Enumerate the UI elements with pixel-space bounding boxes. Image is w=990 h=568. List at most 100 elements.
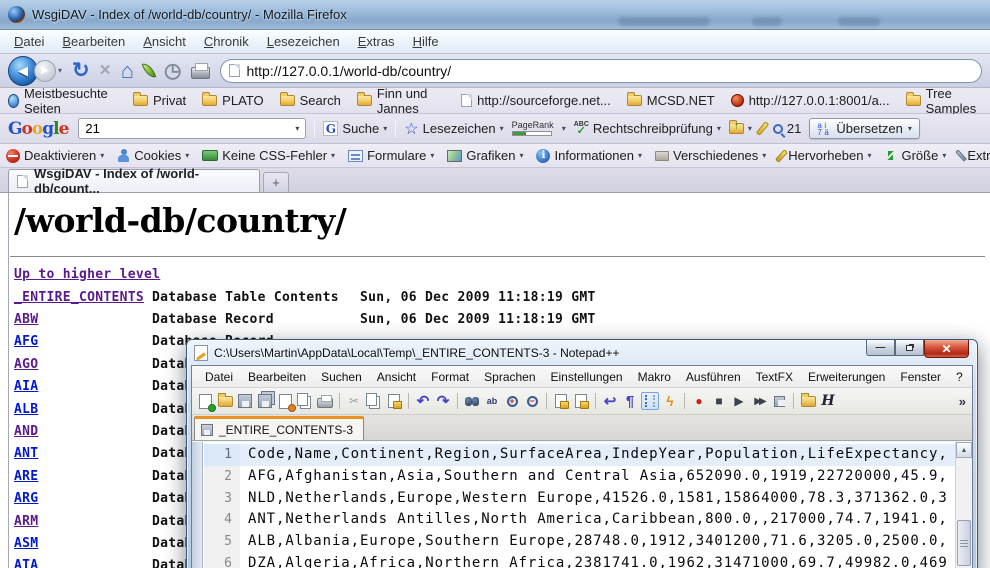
entry-link[interactable]: AND [14,424,152,439]
npp-menu-help[interactable]: ? [949,368,970,386]
find-icon[interactable] [465,397,479,406]
undo-icon[interactable]: ↶ [414,392,432,410]
devbar-extras[interactable]: Extras▾ [959,148,990,163]
notepad-editor[interactable]: 1Code,Name,Continent,Region,SurfaceArea,… [192,442,972,568]
menu-hilfe[interactable]: Hilfe [405,32,447,51]
indent-guide-icon[interactable] [641,392,659,410]
npp-menu-fenster[interactable]: Fenster [893,368,948,386]
npp-menu-bearbeiten[interactable]: Bearbeiten [241,368,313,386]
highlighter-icon[interactable] [756,121,769,136]
npp-menu-suchen[interactable]: Suchen [314,368,369,386]
entry-link[interactable]: ATA [14,558,152,568]
copy-icon[interactable] [366,393,377,406]
devbar-deaktivieren[interactable]: Deaktivieren▾ [6,148,104,163]
bookmark-plato[interactable]: PLATO [202,93,263,108]
forward-button[interactable]: ▶ [34,60,56,82]
new-file-icon[interactable] [199,394,212,409]
close-all-icon[interactable] [297,393,308,406]
bookmark-mcsd-net[interactable]: MCSD.NET [627,93,715,108]
menu-ansicht[interactable]: Ansicht [135,32,194,51]
leaf-addon-icon[interactable] [142,61,157,80]
history-dropdown-icon[interactable]: ▾ [58,66,62,75]
menu-bearbeiten[interactable]: Bearbeiten [54,32,133,51]
npp-menu-ansicht[interactable]: Ansicht [370,368,423,386]
history-clock-icon[interactable]: ◷ [164,58,181,83]
run-macro-multiple-icon[interactable]: ▶▶ [750,392,768,410]
npp-menu-erweiterungen[interactable]: Erweiterungen [801,368,892,386]
bookmark-sourceforge[interactable]: http://sourceforge.net... [461,93,611,108]
record-macro-icon[interactable]: ● [690,392,708,410]
menu-lesezeichen[interactable]: Lesezeichen [259,32,348,51]
save-macro-icon[interactable] [774,396,785,407]
scroll-up-button[interactable]: ▲ [956,442,972,458]
menu-datei[interactable]: Datei [6,32,52,51]
url-input[interactable] [246,63,973,79]
send-to-button[interactable]: ▾ [729,123,752,134]
google-search-box[interactable]: ▾ [78,118,306,139]
new-tab-button[interactable]: + [263,172,289,192]
devbar-cookies[interactable]: Cookies▾ [117,148,189,163]
scrollbar-thumb[interactable] [957,520,971,566]
devbar-verschiedenes[interactable]: Verschiedenes▾ [655,148,766,163]
entry-link[interactable]: ARM [14,514,152,529]
reload-button[interactable]: ↻ [72,58,90,83]
entry-link[interactable]: AIA [14,379,152,394]
npp-menu-makro[interactable]: Makro [631,368,678,386]
sync-horizontal-icon[interactable] [575,394,587,408]
home-button[interactable]: ⌂ [121,58,134,84]
toolbar-overflow-chevron-icon[interactable]: » [959,394,968,409]
menu-chronik[interactable]: Chronik [196,32,257,51]
zoom-indicator[interactable]: 21 [773,121,801,136]
npp-menu-sprachen[interactable]: Sprachen [477,368,542,386]
bookmark-127-0-0-1-8001[interactable]: http://127.0.0.1:8001/a... [731,93,890,108]
entry-link[interactable]: ANT [14,446,152,461]
translate-button[interactable]: ai7ä Übersetzen ▾ [809,118,920,139]
search-dropdown-icon[interactable]: ▾ [289,119,305,138]
stop-button[interactable]: × [100,60,111,82]
pagerank-indicator[interactable]: PageRank [512,121,554,136]
devbar-css[interactable]: Keine CSS-Fehler▾ [202,148,335,163]
zoom-in-icon[interactable]: + [507,396,518,407]
npp-menu-ausfuehren[interactable]: Ausführen [679,368,748,386]
npp-menu-einstellungen[interactable]: Einstellungen [544,368,630,386]
stop-macro-icon[interactable]: ■ [710,392,728,410]
url-bar[interactable] [220,59,982,83]
google-lesezeichen-button[interactable]: ☆ Lesezeichen ▾ [404,119,503,139]
html-view-icon[interactable]: H [819,392,837,410]
npp-menu-close[interactable]: X [971,368,973,386]
menu-extras[interactable]: Extras [350,32,403,51]
devbar-grafiken[interactable]: Grafiken▾ [447,148,523,163]
cut-icon[interactable]: ✂ [345,392,363,410]
notepad-titlebar[interactable]: C:\Users\Martin\AppData\Local\Temp\_ENTI… [187,340,977,365]
play-macro-icon[interactable]: ▶ [730,392,748,410]
zoom-out-icon[interactable]: − [527,396,538,407]
chevron-down-icon[interactable]: ▾ [562,124,566,133]
entry-link[interactable]: ARG [14,491,152,506]
up-to-higher-level-link[interactable]: Up to higher level [14,267,160,282]
bookmark-margin[interactable] [192,442,203,568]
redo-icon[interactable]: ↷ [434,392,452,410]
close-file-icon[interactable] [279,394,292,409]
function-list-icon[interactable]: ϟ [661,392,679,410]
tab-wsgidav[interactable]: WsgiDAV - Index of /world-db/count... [8,169,260,192]
replace-icon[interactable]: ab [483,392,501,410]
sync-vertical-icon[interactable] [555,394,567,408]
entry-link[interactable]: AGO [14,357,152,372]
google-suche-button[interactable]: G Suche ▾ [323,121,387,136]
bookmark-tree-samples[interactable]: Tree Samples [906,86,982,116]
npp-menu-datei[interactable]: Datei [198,368,240,386]
open-icon[interactable] [218,396,233,407]
paste-icon[interactable] [388,394,400,408]
print-button[interactable] [191,67,210,79]
forward-button-group[interactable]: ▶ ▾ [34,60,62,82]
minimize-button[interactable]: — [866,340,895,356]
tab-entire-contents-3[interactable]: _ENTIRE_CONTENTS-3 [194,416,364,440]
entry-link[interactable]: _ENTIRE_CONTENTS [14,290,152,305]
npp-menu-textfx[interactable]: TextFX [749,368,800,386]
save-all-icon[interactable] [258,394,272,408]
entry-link[interactable]: AFG [14,334,152,349]
word-wrap-icon[interactable]: ↩ [601,392,619,410]
print-icon[interactable] [317,398,333,408]
bookmark-privat[interactable]: Privat [133,93,186,108]
devbar-hervorheben[interactable]: Hervorheben▾ [779,148,871,163]
